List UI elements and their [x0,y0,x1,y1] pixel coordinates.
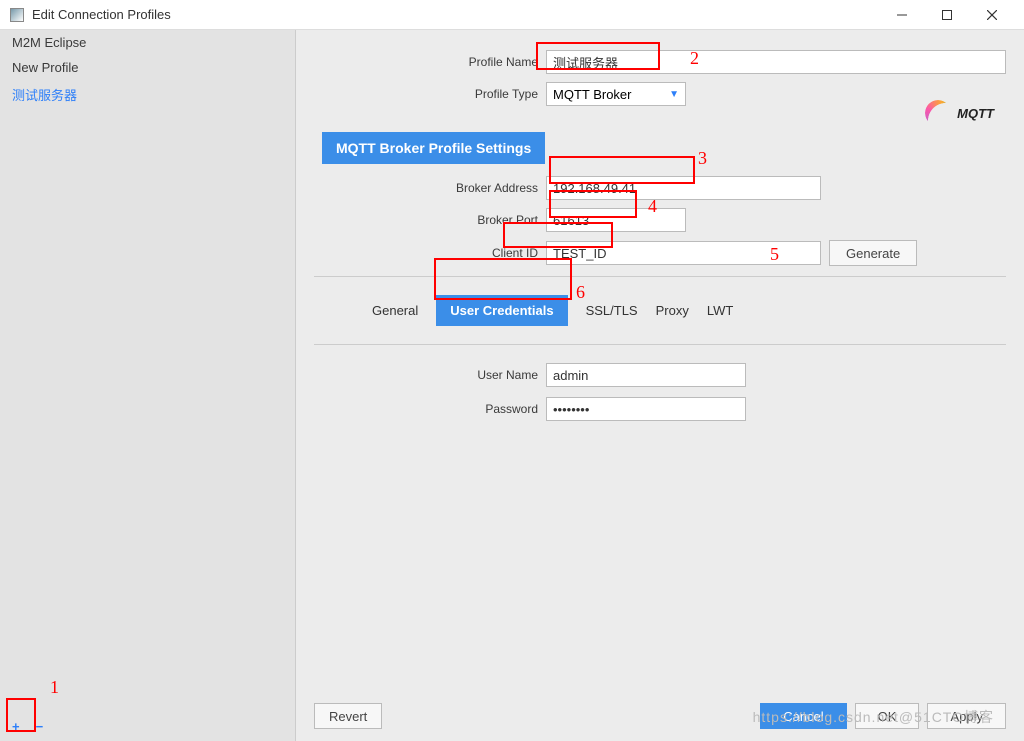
apply-button[interactable]: Apply [927,703,1006,729]
add-profile-button[interactable]: + [12,720,20,733]
dialog-footer: Revert Cancel OK Apply [296,703,1024,729]
broker-address-label: Broker Address [314,181,546,195]
tabs-divider [314,344,1006,345]
section-broker-header: MQTT Broker Profile Settings [322,132,545,164]
remove-profile-button[interactable]: − [36,720,44,733]
maximize-button[interactable] [924,1,969,29]
cancel-button[interactable]: Cancel [760,703,846,729]
tabs: General User Credentials SSL/TLS Proxy L… [372,295,1006,326]
minimize-button[interactable] [879,1,924,29]
close-button[interactable] [969,1,1014,29]
chevron-down-icon: ▼ [669,89,679,100]
window-title: Edit Connection Profiles [32,7,879,22]
sidebar-item-new-profile[interactable]: New Profile [0,55,295,80]
generate-button[interactable]: Generate [829,240,917,266]
content-panel: Profile Name Profile Type MQTT Broker ▼ … [296,30,1024,741]
ok-button[interactable]: OK [855,703,920,729]
titlebar: Edit Connection Profiles [0,0,1024,30]
divider [314,276,1006,277]
profile-type-label: Profile Type [314,87,546,101]
client-id-input[interactable] [546,241,821,265]
tab-lwt[interactable]: LWT [707,303,733,318]
broker-port-input[interactable] [546,208,686,232]
tab-proxy[interactable]: Proxy [656,303,689,318]
profile-type-dropdown[interactable]: MQTT Broker ▼ [546,82,686,106]
username-input[interactable] [546,363,746,387]
password-label: Password [314,402,546,416]
username-label: User Name [314,368,546,382]
profile-name-input[interactable] [546,50,1006,74]
app-icon [10,8,24,22]
mqtt-logo-text: MQTT [957,106,994,121]
broker-address-input[interactable] [546,176,821,200]
revert-button[interactable]: Revert [314,703,382,729]
profile-name-label: Profile Name [314,55,546,69]
tab-user-credentials[interactable]: User Credentials [436,295,567,326]
tab-general[interactable]: General [372,303,418,318]
tab-ssl-tls[interactable]: SSL/TLS [586,303,638,318]
sidebar-item-test-server[interactable]: 测试服务器 [0,80,295,109]
mqtt-arc-icon [925,100,951,126]
sidebar-item-m2m-eclipse[interactable]: M2M Eclipse [0,30,295,55]
mqtt-logo: MQTT [925,100,994,126]
sidebar: M2M Eclipse New Profile 测试服务器 + − [0,30,296,741]
client-id-label: Client ID [314,246,546,260]
password-input[interactable] [546,397,746,421]
profile-type-value: MQTT Broker [553,87,632,102]
broker-port-label: Broker Port [314,213,546,227]
